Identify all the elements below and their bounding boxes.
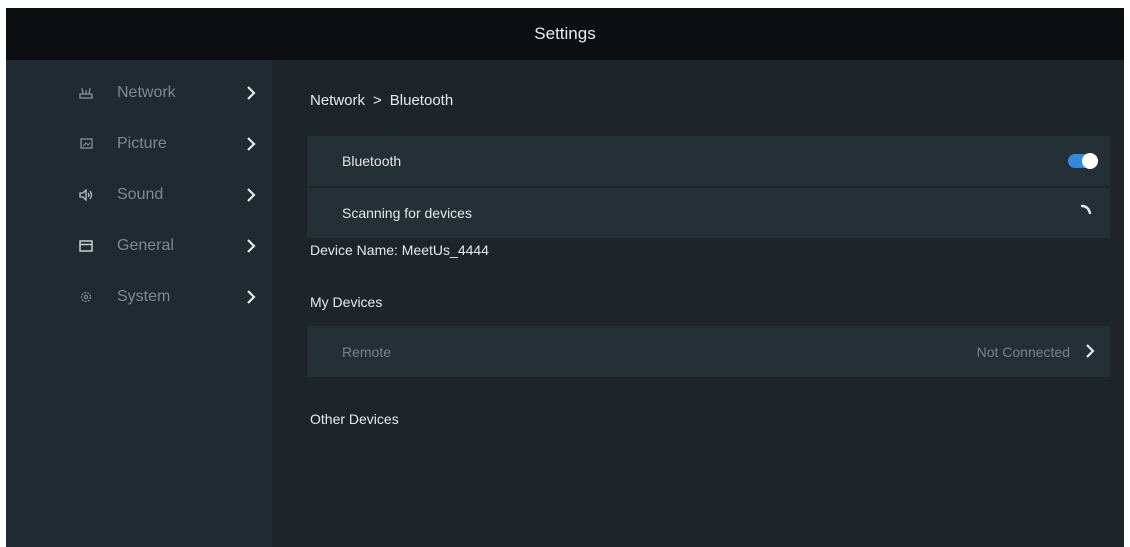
settings-screen: Settings Network Picture Sound General S… xyxy=(6,8,1124,547)
my-devices-heading: My Devices xyxy=(310,294,383,310)
sidebar: Network Picture Sound General System xyxy=(6,60,272,547)
sidebar-item-general[interactable]: General xyxy=(6,226,272,266)
device-name: Device Name: MeetUs_4444 xyxy=(310,242,489,258)
scanning-label: Scanning for devices xyxy=(342,205,472,221)
breadcrumb: Network > Bluetooth xyxy=(310,92,453,109)
sidebar-item-label: System xyxy=(117,288,171,305)
bluetooth-toggle-row[interactable]: Bluetooth xyxy=(307,136,1110,186)
chevron-right-icon xyxy=(244,289,258,305)
sidebar-item-label: Network xyxy=(117,84,176,101)
other-devices-heading: Other Devices xyxy=(310,411,399,427)
chevron-right-icon xyxy=(244,85,258,101)
sidebar-item-sound[interactable]: Sound xyxy=(6,175,272,215)
sidebar-item-label: General xyxy=(117,237,174,254)
loading-spinner-icon xyxy=(1077,202,1095,220)
breadcrumb-separator: > xyxy=(373,92,382,109)
breadcrumb-parent[interactable]: Network xyxy=(310,92,365,109)
gear-icon xyxy=(78,289,94,305)
chevron-right-icon xyxy=(244,238,258,254)
bluetooth-label: Bluetooth xyxy=(342,153,402,169)
main-content: Network > Bluetooth Bluetooth Scanning f… xyxy=(272,60,1124,547)
sidebar-item-picture[interactable]: Picture xyxy=(6,124,272,164)
sidebar-item-network[interactable]: Network xyxy=(6,73,272,113)
device-status: Not Connected xyxy=(976,343,1070,360)
general-icon xyxy=(78,238,94,254)
top-bar: Settings xyxy=(6,8,1124,60)
device-row-remote[interactable]: Remote Not Connected xyxy=(307,326,1110,377)
sidebar-item-label: Sound xyxy=(117,186,164,203)
device-name-label: Remote xyxy=(342,343,392,360)
toggle-knob xyxy=(1082,153,1098,169)
scanning-row: Scanning for devices xyxy=(307,188,1110,238)
bluetooth-toggle[interactable] xyxy=(1068,153,1098,169)
chevron-right-icon xyxy=(1084,343,1096,359)
speaker-icon xyxy=(78,187,94,203)
network-icon xyxy=(78,85,94,101)
breadcrumb-current: Bluetooth xyxy=(389,92,454,109)
chevron-right-icon xyxy=(244,136,258,152)
sidebar-item-label: Picture xyxy=(117,135,167,152)
chevron-right-icon xyxy=(244,187,258,203)
sidebar-item-system[interactable]: System xyxy=(6,277,272,317)
page-title: Settings xyxy=(534,24,596,43)
picture-icon xyxy=(78,136,94,152)
